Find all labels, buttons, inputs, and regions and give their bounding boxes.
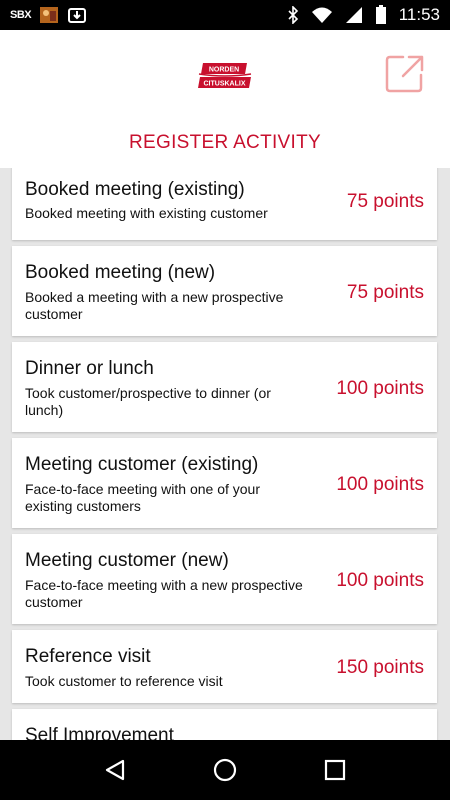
activity-title: Dinner or lunch bbox=[25, 358, 154, 379]
home-icon bbox=[213, 758, 237, 782]
activity-item[interactable]: Meeting customer (new) Face-to-face meet… bbox=[12, 534, 437, 624]
activity-points: 100 points bbox=[336, 378, 424, 399]
notification-area: SBX bbox=[10, 6, 87, 24]
recents-icon bbox=[324, 759, 346, 781]
norden-cituskalix-logo: NORDEN CITUSKALIX bbox=[198, 63, 252, 88]
wifi-icon bbox=[311, 7, 332, 23]
bluetooth-icon bbox=[288, 6, 298, 24]
activity-item[interactable]: Booked meeting (new) Booked a meeting wi… bbox=[12, 246, 437, 336]
activity-item[interactable]: Booked meeting (existing) Booked meeting… bbox=[12, 168, 437, 240]
home-button[interactable] bbox=[205, 750, 245, 790]
activity-title: Self Improvement bbox=[25, 725, 174, 740]
svg-text:CITUSKALIX: CITUSKALIX bbox=[204, 81, 246, 88]
share-button[interactable] bbox=[383, 52, 427, 96]
activity-points: 75 points bbox=[346, 191, 424, 212]
activity-points: 100 points bbox=[336, 570, 424, 591]
activity-points: 75 points bbox=[346, 282, 424, 303]
photo-notification-icon bbox=[40, 7, 59, 23]
external-link-icon bbox=[385, 55, 424, 93]
system-icons: 11:53 bbox=[287, 5, 440, 25]
sbx-notification-icon: SBX bbox=[10, 9, 32, 21]
activity-description: Took customer to reference visit bbox=[25, 673, 223, 689]
download-notification-icon bbox=[68, 8, 87, 23]
battery-icon bbox=[375, 5, 386, 24]
clock: 11:53 bbox=[398, 5, 440, 24]
back-button[interactable] bbox=[95, 750, 135, 790]
activity-points: 100 points bbox=[336, 474, 424, 495]
page-title: REGISTER ACTIVITY bbox=[129, 132, 321, 153]
activity-title: Booked meeting (existing) bbox=[25, 179, 245, 200]
activity-description: Booked meeting with existing customer bbox=[25, 205, 268, 221]
back-icon bbox=[105, 759, 125, 781]
activity-points: 150 points bbox=[336, 657, 424, 678]
activity-description: Booked a meeting with a new prospective … bbox=[25, 289, 284, 322]
status-bar: SBX 11:53 bbox=[0, 0, 450, 30]
activity-title: Meeting customer (new) bbox=[25, 550, 229, 571]
activity-list[interactable]: Booked meeting (existing) Booked meeting… bbox=[0, 168, 450, 740]
app-header: NORDEN CITUSKALIX REGISTER ACTIVITY bbox=[0, 30, 450, 168]
activity-title: Meeting customer (existing) bbox=[25, 454, 259, 475]
activity-item[interactable]: Dinner or lunch Took customer/prospectiv… bbox=[12, 342, 437, 432]
recents-button[interactable] bbox=[315, 750, 355, 790]
activity-item[interactable]: Meeting customer (existing) Face-to-face… bbox=[12, 438, 437, 528]
activity-title: Booked meeting (new) bbox=[25, 262, 216, 283]
system-nav-bar bbox=[0, 740, 450, 800]
activity-item[interactable]: Reference visit Took customer to referen… bbox=[12, 630, 437, 703]
activity-description: Face-to-face meeting with one of your ex… bbox=[25, 481, 261, 514]
svg-text:NORDEN: NORDEN bbox=[209, 67, 239, 74]
activity-description: Took customer/prospective to dinner (or … bbox=[25, 385, 271, 418]
activity-title: Reference visit bbox=[25, 646, 151, 667]
signal-icon bbox=[345, 7, 362, 23]
activity-description: Face-to-face meeting with a new prospect… bbox=[25, 577, 303, 610]
activity-item[interactable]: Self Improvement bbox=[12, 709, 437, 740]
